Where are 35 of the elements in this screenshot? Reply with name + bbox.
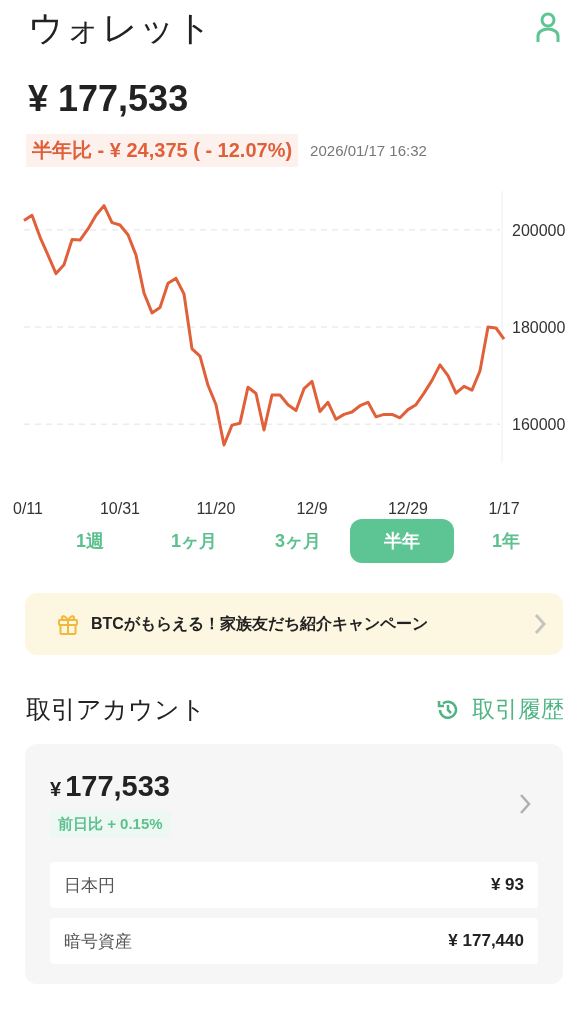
currency-symbol: ¥ (50, 778, 62, 801)
page-title: ウォレット (28, 6, 213, 49)
axis-label: 200000 (512, 221, 566, 239)
account-balance: 177,533 (65, 770, 170, 803)
gift-icon (57, 612, 79, 636)
chevron-icon (518, 792, 532, 816)
axis-label: 0/11 (13, 500, 43, 517)
period-tab[interactable]: 1週 (38, 519, 142, 563)
change-label: 半年比 - ¥ 24,375 ( - 12.07%) (26, 134, 299, 167)
axis-label: 12/9 (296, 500, 328, 517)
axis-label: 10/31 (100, 500, 140, 517)
chevron-icon (533, 612, 547, 636)
user-icon[interactable] (534, 12, 562, 44)
period-tab[interactable]: 1ヶ月 (142, 519, 246, 563)
axis-label: 11/20 (196, 500, 236, 517)
account-card[interactable]: ¥177,533 前日比 + 0.15% 日本円 ¥ 93 暗号資産 ¥ 177,440 (25, 744, 563, 984)
row-label: 日本円 (64, 874, 115, 897)
period-tab[interactable]: 半年 (350, 519, 454, 563)
axis-label: 180000 (512, 319, 566, 336)
section-title: 取引アカウント (26, 694, 206, 725)
timestamp: 2026/01/17 16:32 (310, 142, 427, 159)
axis-label: 160000 (512, 416, 566, 434)
period-tab[interactable]: 3ヶ月 (246, 519, 350, 563)
banner-text: BTCがもらえる！家族友だち紹介キャンペーン (91, 613, 429, 634)
row-value: ¥ 93 (490, 875, 524, 895)
row-value: ¥ 177,440 (448, 931, 524, 951)
axis-label: 12/29 (388, 500, 428, 517)
campaign-banner[interactable]: BTCがもらえる！家族友だち紹介キャンペーン (25, 593, 563, 655)
axis-label: 1/17 (488, 500, 520, 517)
total-balance: ¥ 177,533 (27, 77, 190, 120)
history-icon (436, 697, 460, 722)
period-tab[interactable]: 1年 (454, 519, 558, 563)
history-link[interactable]: 取引履歴 (436, 694, 564, 725)
row-label: 暗号資産 (64, 930, 132, 953)
daily-change: 前日比 + 0.15% (50, 811, 171, 838)
